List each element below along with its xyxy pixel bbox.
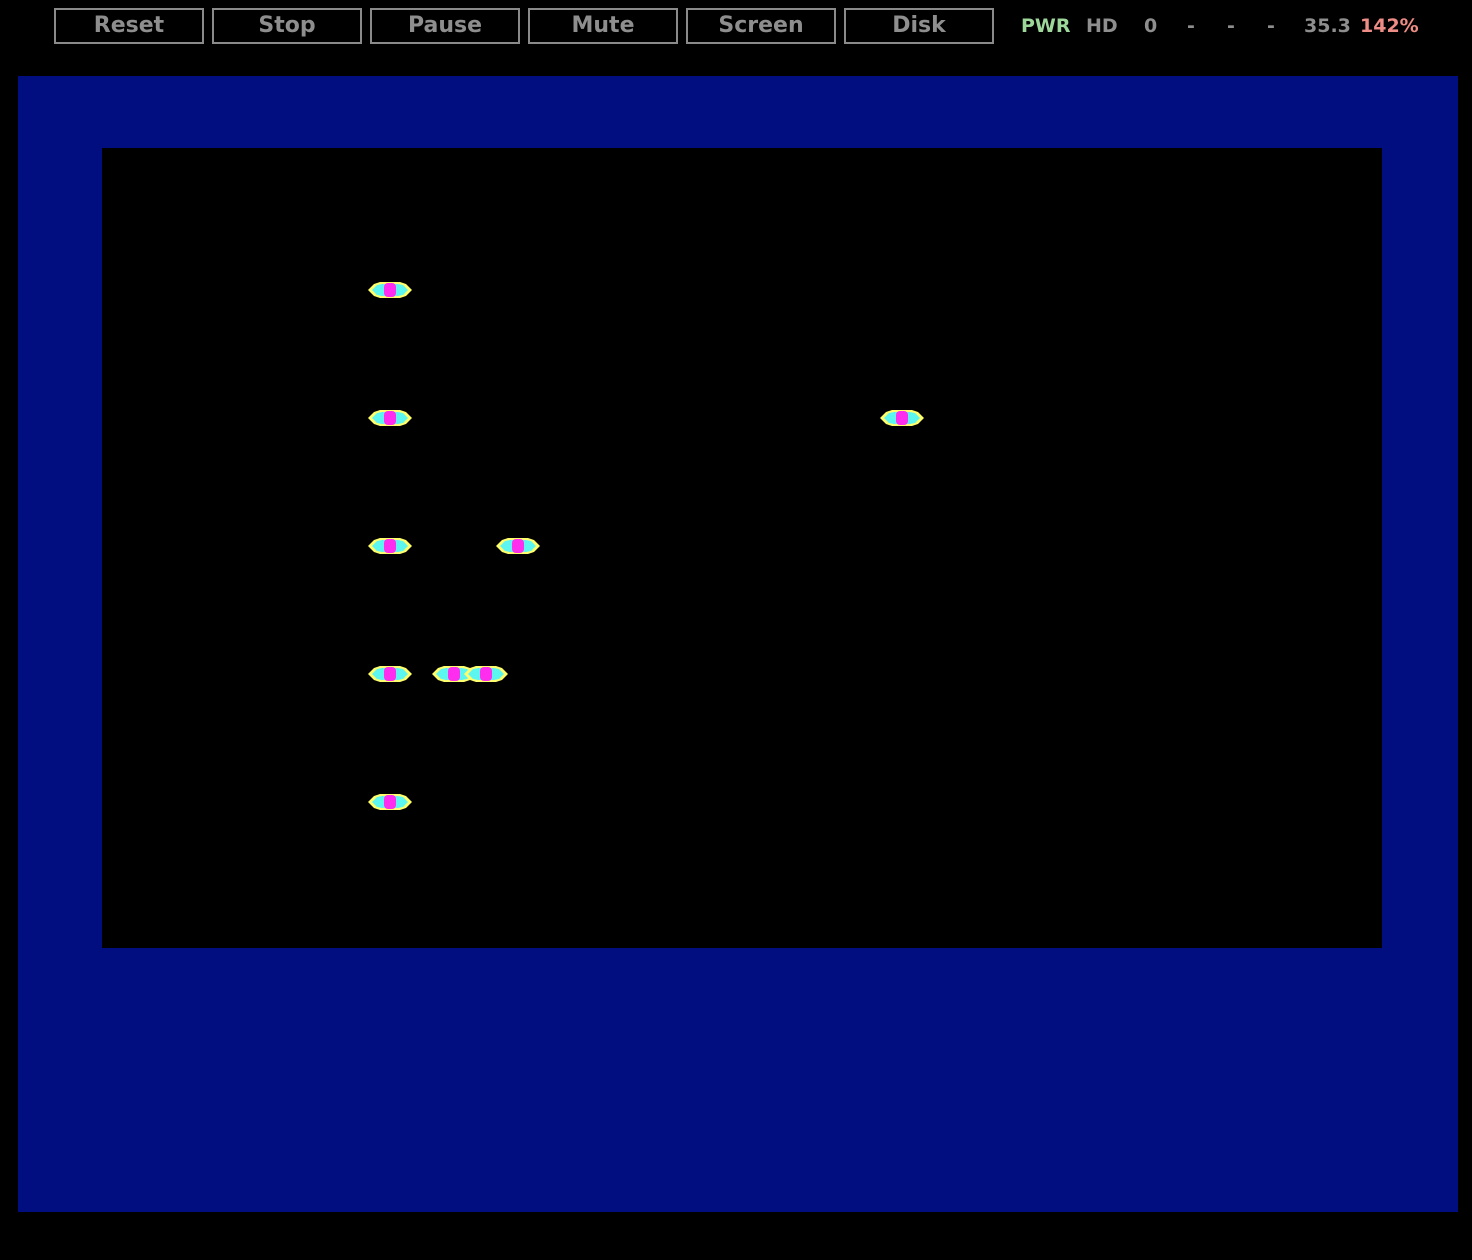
centipede-segment bbox=[366, 664, 414, 684]
drive-status-1: - bbox=[1187, 15, 1195, 37]
emulator-toolbar: Reset Stop Pause Mute Screen Disk PWR HD… bbox=[0, 0, 1472, 52]
centipede-segment bbox=[366, 280, 414, 300]
centipede-segment bbox=[430, 664, 510, 684]
mhz-readout: 35.3 bbox=[1304, 15, 1351, 37]
mute-button[interactable]: Mute bbox=[528, 8, 678, 44]
centipede-segment bbox=[366, 536, 414, 556]
disk-button[interactable]: Disk bbox=[844, 8, 994, 44]
speed-readout: 142% bbox=[1360, 15, 1419, 37]
centipede-segment bbox=[366, 792, 414, 812]
emulator-display[interactable] bbox=[18, 76, 1458, 1212]
drive-status-3: - bbox=[1267, 15, 1275, 37]
centipede-segment bbox=[494, 536, 542, 556]
screen-button[interactable]: Screen bbox=[686, 8, 836, 44]
centipede-segment bbox=[366, 408, 414, 428]
drive-status-2: - bbox=[1227, 15, 1235, 37]
centipede-segment bbox=[878, 408, 926, 428]
hd-indicator: HD bbox=[1086, 15, 1118, 37]
drive-status-0: 0 bbox=[1144, 15, 1158, 37]
reset-button[interactable]: Reset bbox=[54, 8, 204, 44]
pause-button[interactable]: Pause bbox=[370, 8, 520, 44]
stop-button[interactable]: Stop bbox=[212, 8, 362, 44]
game-screen[interactable] bbox=[102, 148, 1382, 948]
power-indicator: PWR bbox=[1021, 15, 1071, 37]
